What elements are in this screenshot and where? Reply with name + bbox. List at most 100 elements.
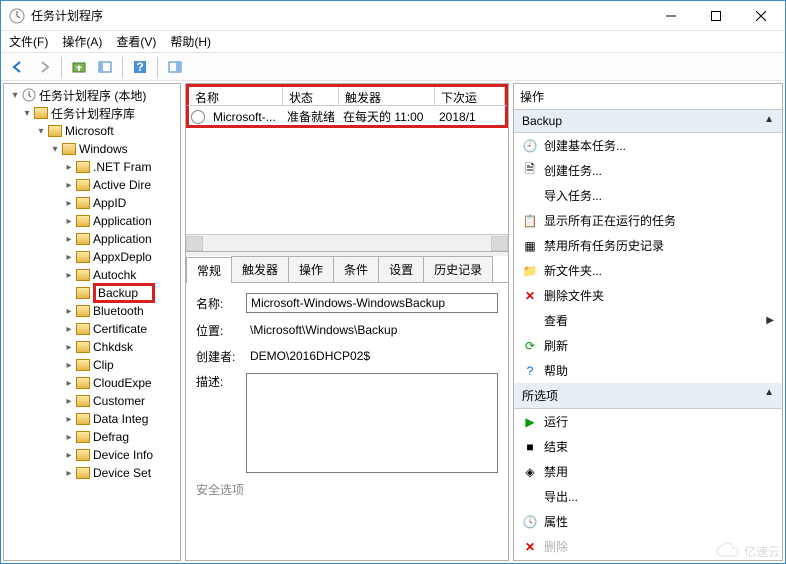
folder-icon [76,269,90,281]
help-button[interactable]: ? [129,56,151,78]
folder-icon [76,449,90,461]
val-name[interactable]: Microsoft-Windows-WindowsBackup [246,293,498,313]
menu-operation[interactable]: 操作(A) [62,33,102,50]
delete-icon: ✕ [522,539,538,555]
action-delete-folder[interactable]: ✕删除文件夹 [514,283,782,308]
menu-view[interactable]: 查看(V) [116,33,156,50]
menu-file[interactable]: 文件(F) [9,33,48,50]
folder-icon [34,107,48,119]
stop-icon: ■ [522,439,538,455]
tree-item[interactable]: ▸CloudExpe [6,374,178,392]
forward-button[interactable] [33,56,55,78]
properties-icon: 🕓 [522,514,538,530]
tree-item[interactable]: ▸Application [6,230,178,248]
tree-item[interactable]: ▸.NET Fram [6,158,178,176]
action-help[interactable]: ?帮助 [514,358,782,383]
clock-icon [22,88,36,102]
section-backup[interactable]: Backup▲ [514,110,782,133]
folder-icon [76,233,90,245]
tree-item[interactable]: ▸Chkdsk [6,338,178,356]
chevron-right-icon: ▶ [766,315,774,326]
tab-settings[interactable]: 设置 [378,256,424,282]
menu-help[interactable]: 帮助(H) [170,33,211,50]
tree-item[interactable]: ▸Data Integ [6,410,178,428]
tree-item[interactable]: ▸Customer [6,392,178,410]
folder-icon [48,125,62,137]
disable-icon: ◈ [522,464,538,480]
task-row[interactable]: Microsoft-... 准备就绪 在每天的 11:00 2018/1 [186,106,508,128]
tree-item[interactable]: ▸Certificate [6,320,178,338]
action-properties[interactable]: 🕓属性 [514,509,782,534]
tree-item[interactable]: ▸Bluetooth [6,302,178,320]
tree-item[interactable]: ▸Defrag [6,428,178,446]
val-desc[interactable] [246,373,498,473]
task-next: 2018/1 [433,110,505,124]
section-selected[interactable]: 所选项▲ [514,383,782,409]
close-button[interactable] [738,1,783,30]
col-next[interactable]: 下次运 [435,87,505,105]
actions-list: Backup▲ 🕘创建基本任务... 🗎创建任务... 导入任务... 📋显示所… [514,110,782,560]
folder-icon [76,467,90,479]
action-export[interactable]: 导出... [514,484,782,509]
tree-root[interactable]: 任务计划程序 (本地) [39,87,146,104]
action-create[interactable]: 🗎创建任务... [514,158,782,183]
folder-icon [76,359,90,371]
folder-icon [76,431,90,443]
task-detail: 常规 触发器 操作 条件 设置 历史记录 名称:Microsoft-Window… [186,252,508,560]
wizard-icon: 🕘 [522,138,538,154]
col-name[interactable]: 名称 [189,87,283,105]
folder-icon [76,287,90,299]
view-button[interactable] [164,56,186,78]
tree-item[interactable]: ▸Clip [6,356,178,374]
h-scrollbar[interactable] [186,234,508,251]
action-end[interactable]: ■结束 [514,434,782,459]
tree-library[interactable]: 任务计划程序库 [51,105,135,122]
folder-icon [76,305,90,317]
action-import[interactable]: 导入任务... [514,183,782,208]
action-show-running[interactable]: 📋显示所有正在运行的任务 [514,208,782,233]
action-new-folder[interactable]: 📁新文件夹... [514,258,782,283]
tree-item[interactable]: ▸AppID [6,194,178,212]
tab-actions[interactable]: 操作 [288,256,334,282]
task-list-header[interactable]: 名称 状态 触发器 下次运 [186,84,508,106]
svg-text:?: ? [136,60,143,74]
tree-item[interactable]: ▸Autochk [6,266,178,284]
action-run[interactable]: ▶运行 [514,409,782,434]
folder-icon [76,197,90,209]
col-trigger[interactable]: 触发器 [339,87,435,105]
action-disable[interactable]: ◈禁用 [514,459,782,484]
maximize-button[interactable] [693,1,738,30]
action-create-basic[interactable]: 🕘创建基本任务... [514,133,782,158]
action-disable-history[interactable]: ▦禁用所有任务历史记录 [514,233,782,258]
tree-item[interactable]: ▸Device Info [6,446,178,464]
label-name: 名称: [196,295,246,312]
up-button[interactable] [68,56,90,78]
actions-header: 操作 [514,84,782,110]
center-pane: 名称 状态 触发器 下次运 Microsoft-... 准备就绪 在每天的 11… [185,83,509,561]
tree-windows[interactable]: Windows [79,142,128,156]
task-name: Microsoft-... [207,110,281,124]
tab-conditions[interactable]: 条件 [333,256,379,282]
folder-icon [76,413,90,425]
minimize-button[interactable] [648,1,693,30]
main-content: ▾任务计划程序 (本地) ▾任务计划程序库 ▾Microsoft ▾Window… [1,81,785,563]
window-title: 任务计划程序 [31,7,103,24]
back-button[interactable] [7,56,29,78]
tree-microsoft[interactable]: Microsoft [65,124,114,138]
tree-item[interactable]: ▸AppxDeplo [6,248,178,266]
val-location: \Microsoft\Windows\Backup [246,321,401,339]
action-view[interactable]: 查看▶ [514,308,782,333]
tab-triggers[interactable]: 触发器 [231,256,289,282]
tree-item[interactable]: ▸Application [6,212,178,230]
toggle-panel-button[interactable] [94,56,116,78]
tree-item[interactable]: ▸Device Set [6,464,178,482]
tree-item[interactable]: ▸Active Dire [6,176,178,194]
play-icon: ▶ [522,414,538,430]
tree-item-selected[interactable]: ▸Backup [6,284,178,302]
tab-history[interactable]: 历史记录 [423,256,493,282]
tab-general[interactable]: 常规 [186,257,232,283]
tree-view[interactable]: ▾任务计划程序 (本地) ▾任务计划程序库 ▾Microsoft ▾Window… [4,84,180,560]
col-state[interactable]: 状态 [283,87,339,105]
action-refresh[interactable]: ⟳刷新 [514,333,782,358]
folder-icon [76,251,90,263]
